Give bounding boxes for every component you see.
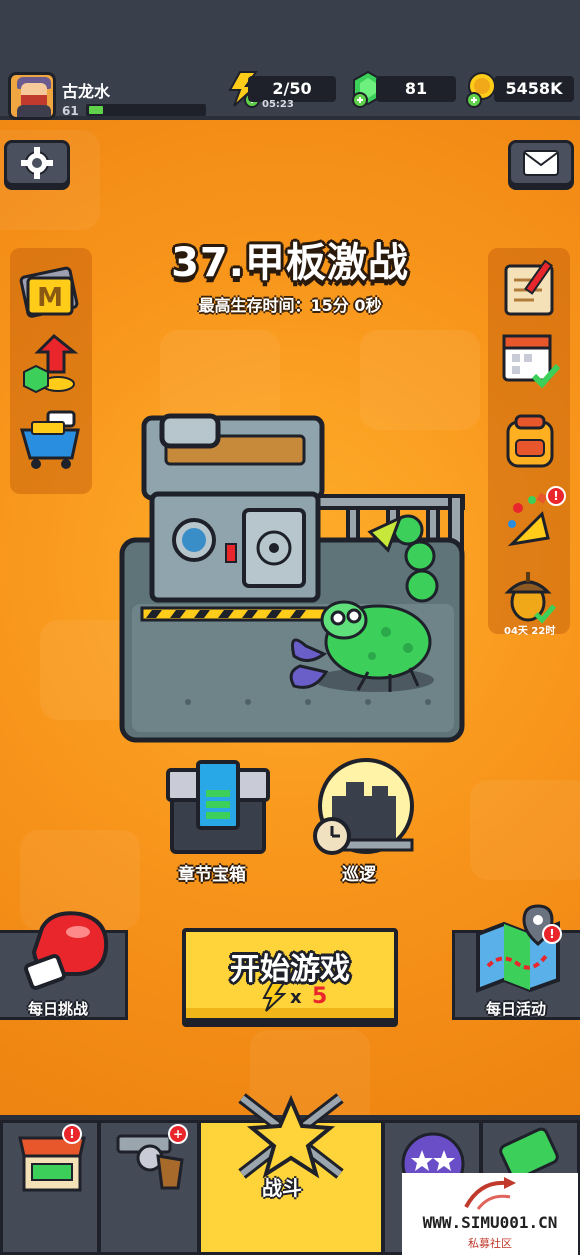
energy-cost-icon [262,982,286,1012]
start-game-button[interactable]: 开始游戏 x 5 [182,928,398,1022]
battery-icon [499,1127,559,1176]
acorn-icon[interactable] [498,564,562,628]
xp-bar [86,104,206,116]
acorn-timer: 04天 22时 [504,626,556,637]
settings-button[interactable] [4,140,70,186]
coin-count: 5458K [494,76,574,102]
xp-fill [89,106,103,114]
shop-badge: ! [62,1124,82,1144]
chapter-chest-icon[interactable] [166,760,270,856]
daily-event-badge: ! [542,924,562,944]
daily-challenge-label: 每日挑战 [28,1000,89,1018]
talent-orb-icon [401,1132,465,1178]
monthly-card-icon[interactable]: M [18,262,82,326]
bg-tile [470,780,580,880]
player-name: 古龙水 [62,82,111,101]
watermark: WWW.SIMU001.CN 私募社区 [402,1173,578,1255]
shop-cart-icon[interactable] [18,408,82,472]
patrol-icon[interactable] [310,756,416,862]
mail-button[interactable] [508,140,574,186]
weapon-badge: + [168,1124,188,1144]
quest-scroll-icon[interactable] [498,258,562,322]
stage-preview-image [119,413,465,743]
calendar-checkin-icon[interactable] [498,326,562,390]
backpack-icon[interactable] [498,410,562,474]
nav-battle-label: 战斗 [262,1176,302,1200]
boxing-glove-icon [24,911,109,990]
energy-cost-value: 5 [312,984,328,1009]
start-game-label: 开始游戏 [230,952,350,987]
watermark-logo-icon [464,1177,516,1210]
mail-icon [523,150,559,176]
daily-event-label: 每日活动 [486,1000,547,1018]
cost-multiplier: x [290,987,302,1008]
chapter-chest-label: 章节宝箱 [178,865,246,885]
svg-text:M: M [37,283,63,313]
player-level: 61 [62,104,79,118]
patrol-label: 巡逻 [342,865,376,885]
growth-fund-icon[interactable] [18,332,82,396]
watermark-subtitle: 私募社区 [468,1237,512,1250]
watermark-url: WWW.SIMU001.CN [422,1213,558,1232]
battle-star-icon [238,1093,344,1179]
energy-timer: 05:23 [262,99,294,110]
gear-icon [21,147,53,179]
status-strip [0,0,580,64]
map-icon [476,904,560,993]
avatar[interactable] [8,72,56,120]
gem-count: 81 [376,76,456,102]
notification-badge: ! [546,486,566,506]
